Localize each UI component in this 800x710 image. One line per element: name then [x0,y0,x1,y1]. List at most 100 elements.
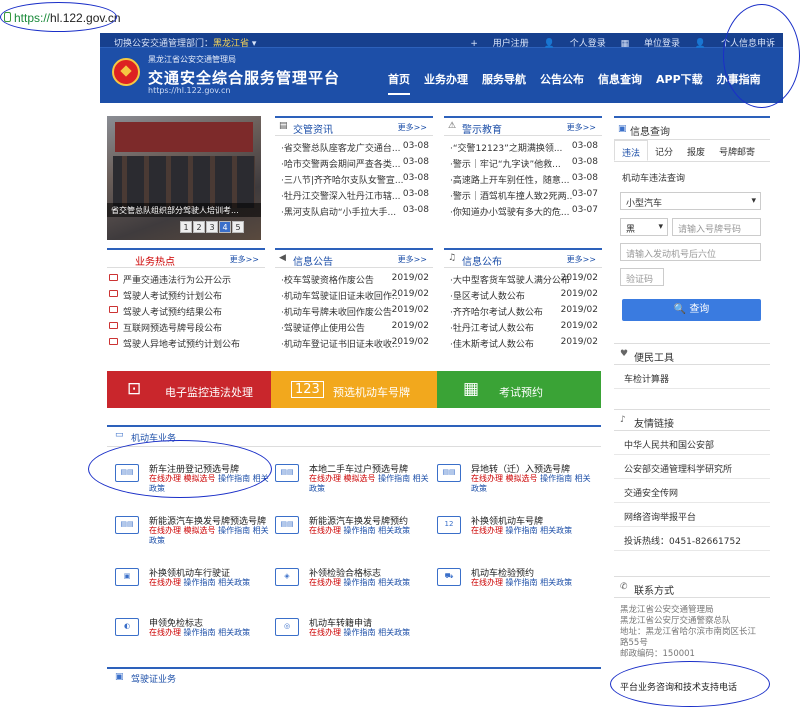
list-item[interactable]: ·驾驶证停止使用公告 2019/02 [275,319,433,334]
service-plate[interactable]: 123 预选机动车号牌 [271,371,437,408]
list-item[interactable]: ·牡丹江交警深入牡丹江市辖... 03-08 [275,187,433,202]
vehicle-service-item: ◐ 申领免检标志 在线办理 操作指南 相关政策 [115,614,275,654]
list-item[interactable]: ·你知道办小驾驶有多大的危... 03-07 [444,203,602,218]
service-action-link[interactable]: 在线办理 [149,628,181,637]
link-mps[interactable]: 中华人民共和国公安部 [614,431,770,455]
service-action-link[interactable]: 相关政策 [378,526,410,535]
service-action-link[interactable]: 在线办理 [149,578,181,587]
service-action-link[interactable]: 相关政策 [540,578,572,587]
service-action-link[interactable]: 模拟选号 [506,474,538,483]
org-login-link[interactable]: ▦ 单位登录 [621,39,680,49]
browser-address-bar[interactable]: https://hl.122.gov.cn [0,0,800,33]
link-report[interactable]: 网络咨询举报平台 [614,503,770,527]
service-action-link[interactable]: 模拟选号 [344,474,376,483]
list-item[interactable]: ·佳木斯考试人数公布 2019/02 [444,335,602,350]
pager-5[interactable]: 5 [232,221,244,233]
pager-3[interactable]: 3 [206,221,218,233]
service-action-link[interactable]: 相关政策 [218,628,250,637]
service-action-link[interactable]: 操作指南 [184,628,216,637]
list-item[interactable]: ·警示｜牢记“九字诀”他救... 03-08 [444,155,602,170]
tab-violation[interactable]: 违法 [614,140,649,161]
service-action-link[interactable]: 在线办理 [471,526,503,535]
list-item[interactable]: 驾驶人考试预约计划公布 [107,287,265,302]
service-action-link[interactable]: 相关政策 [378,578,410,587]
service-action-link[interactable]: 操作指南 [218,526,250,535]
pager-4[interactable]: 4 [219,221,231,233]
link-institute[interactable]: 公安部交通管理科学研究所 [614,455,770,479]
link-safety[interactable]: 交通安全传网 [614,479,770,503]
service-action-link[interactable]: 操作指南 [540,474,572,483]
province-select[interactable]: 黑 ▾ [620,218,668,236]
list-item[interactable]: ·机动车登记证书旧证未收收... 2019/02 [275,335,433,350]
service-camera[interactable]: ⊡ 电子监控违法处理 [107,371,271,408]
list-item[interactable]: ·“交警12123”之期满换领... 03-08 [444,139,602,154]
nav-business[interactable]: 业务办理 [424,71,468,95]
service-action-link[interactable]: 操作指南 [344,578,376,587]
item-title: ·黑河支队启动“小手拉大手... [281,207,397,218]
region-switcher[interactable]: 切换公安交通管理部门：黑龙江省 ▾ [114,36,256,49]
warning-more-link[interactable]: 更多>> [567,122,596,133]
register-link[interactable]: + 用户注册 [470,39,528,49]
tab-mail[interactable]: 号牌邮寄 [712,140,762,161]
service-action-link[interactable]: 在线办理 [309,628,341,637]
service-action-link[interactable]: 在线办理 [309,526,341,535]
service-actions: 在线办理 操作指南 相关政策 [471,526,597,536]
list-item[interactable]: 严重交通违法行为公开公示 [107,271,265,286]
nav-query[interactable]: 信息查询 [598,71,642,95]
news-carousel[interactable]: 省交管总队组织部分驾驶人培训考... 1 2 3 4 5 [107,116,261,240]
service-action-link[interactable]: 在线办理 [471,578,503,587]
nav-home[interactable]: 首页 [388,71,410,95]
item-title: 驾驶人异地考试预约计划公布 [123,339,241,350]
list-item[interactable]: ·机动车驾驶证旧证未收回作... 2019/02 [275,287,433,302]
personal-login-link[interactable]: 👤 个人登录 [544,39,606,49]
service-action-link[interactable]: 操作指南 [378,474,410,483]
list-item[interactable]: 驾驶人考试预约结果公布 [107,303,265,318]
list-item[interactable]: ·警示｜酒驾机车撞人致2死两... 03-07 [444,187,602,202]
tab-scrap[interactable]: 报废 [680,140,712,161]
service-action-link[interactable]: 在线办理 [309,578,341,587]
list-item[interactable]: ·三八节|齐齐哈尔支队女警宣... 03-08 [275,171,433,186]
notice-more-link[interactable]: 更多>> [398,254,427,265]
service-exam[interactable]: ▦ 考试预约 [437,371,601,408]
service-action-link[interactable]: 操作指南 [184,578,216,587]
service-action-link[interactable]: 相关政策 [218,578,250,587]
list-item[interactable]: ·垦区考试人数公布 2019/02 [444,287,602,302]
list-item[interactable]: ·齐齐哈尔考试人数公布 2019/02 [444,303,602,318]
nav-app[interactable]: APP下载 [656,71,703,95]
tab-points[interactable]: 记分 [648,140,680,161]
list-item[interactable]: ·高速路上开车别任性，随意... 03-08 [444,171,602,186]
carousel-caption[interactable]: 省交管总队组织部分驾驶人培训考... [107,203,261,217]
list-item[interactable]: ·机动车号牌未收回作废公告 2019/02 [275,303,433,318]
list-item[interactable]: ·省交警总队座客龙广交通台... 03-08 [275,139,433,154]
news-more-link[interactable]: 更多>> [398,122,427,133]
service-action-link[interactable]: 相关政策 [540,526,572,535]
service-action-link[interactable]: 相关政策 [378,628,410,637]
nav-notice[interactable]: 公告公布 [540,71,584,95]
service-action-link[interactable]: 在线办理 [471,474,503,483]
list-item[interactable]: 驾驶人异地考试预约计划公布 [107,335,265,350]
service-action-link[interactable]: 操作指南 [506,578,538,587]
hot-more-link[interactable]: 更多>> [230,254,259,265]
pager-1[interactable]: 1 [180,221,192,233]
exam-more-link[interactable]: 更多>> [567,254,596,265]
service-action-link[interactable]: 操作指南 [344,628,376,637]
service-action-link[interactable]: 操作指南 [344,526,376,535]
captcha-input[interactable]: 验证码 [620,268,664,286]
list-item[interactable]: ·牡丹江考试人数公布 2019/02 [444,319,602,334]
list-item[interactable]: ·黑河支队启动“小手拉大手... 03-08 [275,203,433,218]
nav-service[interactable]: 服务导航 [482,71,526,95]
vehicle-type-select[interactable]: 小型汽车 ▾ [620,192,761,210]
list-item[interactable]: 互联网预选号牌号段公布 [107,319,265,334]
list-item[interactable]: ·校车驾驶资格作废公告 2019/02 [275,271,433,286]
list-item[interactable]: ·哈市交警两会期间严查各类... 03-08 [275,155,433,170]
service-action-link[interactable]: 在线办理 [309,474,341,483]
pager-2[interactable]: 2 [193,221,205,233]
service-action-link[interactable]: 操作指南 [506,526,538,535]
service-action-link[interactable]: 模拟选号 [184,526,216,535]
service-action-link[interactable]: 在线办理 [149,526,181,535]
query-button[interactable]: 🔍 查询 [622,299,761,321]
list-item[interactable]: ·大中型客货车驾驶人满分公布 2019/02 [444,271,602,286]
engine-input[interactable]: 请输入发动机号后六位 [620,243,761,261]
calc-link[interactable]: 车检计算器 [614,365,770,389]
plate-input[interactable]: 请输入号牌号码 [672,218,761,236]
